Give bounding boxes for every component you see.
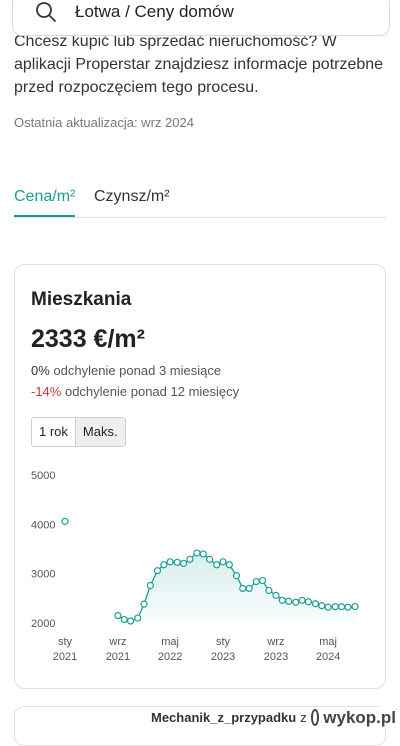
search-icon [36,2,56,22]
data-point [126,617,135,625]
data-point [146,581,154,590]
data-point [213,561,221,569]
intro-text: Chcesz kupić lub sprzedać nieruchomość? … [14,33,384,96]
data-point [298,596,306,604]
data-point [265,586,273,595]
data-point [351,602,359,611]
data-point [292,598,300,606]
last-update: Ostatnia aktualizacja: wrz 2024 [14,115,194,130]
data-point [140,600,148,608]
data-point [160,561,168,569]
data-point [318,602,326,610]
data-point [193,549,201,557]
x-tick-year: 2023 [264,651,288,663]
data-point [344,603,352,611]
x-tick-month: wrz [266,636,284,648]
watermark: Mechanik_z_przypadku z wykop.pl [151,707,396,728]
x-tick-year: 2022 [158,651,182,663]
x-tick-month: wrz [108,636,126,648]
x-tick-year: 2021 [53,651,77,663]
wykop-logo-icon [310,709,320,726]
x-tick-month: maj [161,636,179,648]
data-point [311,600,320,608]
tab-bar: Cena/m² Czynsz/m² [14,180,386,218]
data-point [225,561,233,569]
x-tick-year: 2023 [211,651,235,663]
x-tick-month: maj [319,636,337,648]
data-point [166,558,174,566]
data-point [153,567,162,575]
x-tick-year: 2021 [106,651,130,663]
data-point [134,614,142,622]
data-point [239,584,247,593]
data-point [324,603,332,611]
tab-price-per-m2[interactable]: Cena/m² [14,188,76,217]
data-point [285,597,293,605]
data-point [179,559,188,567]
data-point [232,572,241,580]
data-point [186,555,194,563]
x-tick-year: 2024 [316,651,340,663]
data-point [114,612,122,620]
price-chart: 5000400030002000sty2021wrz2021maj2022sty… [31,470,359,663]
watermark-site: wykop.pl [323,707,396,727]
data-point [258,576,267,585]
y-tick-label: 4000 [31,519,55,531]
data-point [337,603,346,611]
data-point [252,577,260,586]
x-tick-month: sty [216,636,231,648]
data-point [278,596,286,604]
tab-rent-per-m2[interactable]: Czynsz/m² [94,188,170,206]
data-point [272,591,280,599]
search-input[interactable]: Łotwa / Ceny domów [75,2,234,22]
apartments-card: Mieszkania 2333 €/m² 0% odchylenie ponad… [14,264,386,689]
search-bar[interactable]: Łotwa / Ceny domów [12,0,390,36]
series-area [117,552,355,623]
data-point [304,598,312,606]
x-tick-month: sty [58,636,73,648]
watermark-separator: z [300,710,307,725]
watermark-user: Mechanik_z_przypadku [151,710,297,725]
data-point [120,615,128,624]
y-tick-label: 3000 [31,569,55,581]
y-tick-label: 2000 [31,618,55,630]
data-point [219,558,227,566]
y-tick-label: 5000 [31,470,55,482]
data-point [245,584,253,593]
data-point [206,555,214,563]
data-point [331,603,339,611]
data-point [61,517,69,525]
data-point [199,550,207,558]
data-point [173,558,181,566]
